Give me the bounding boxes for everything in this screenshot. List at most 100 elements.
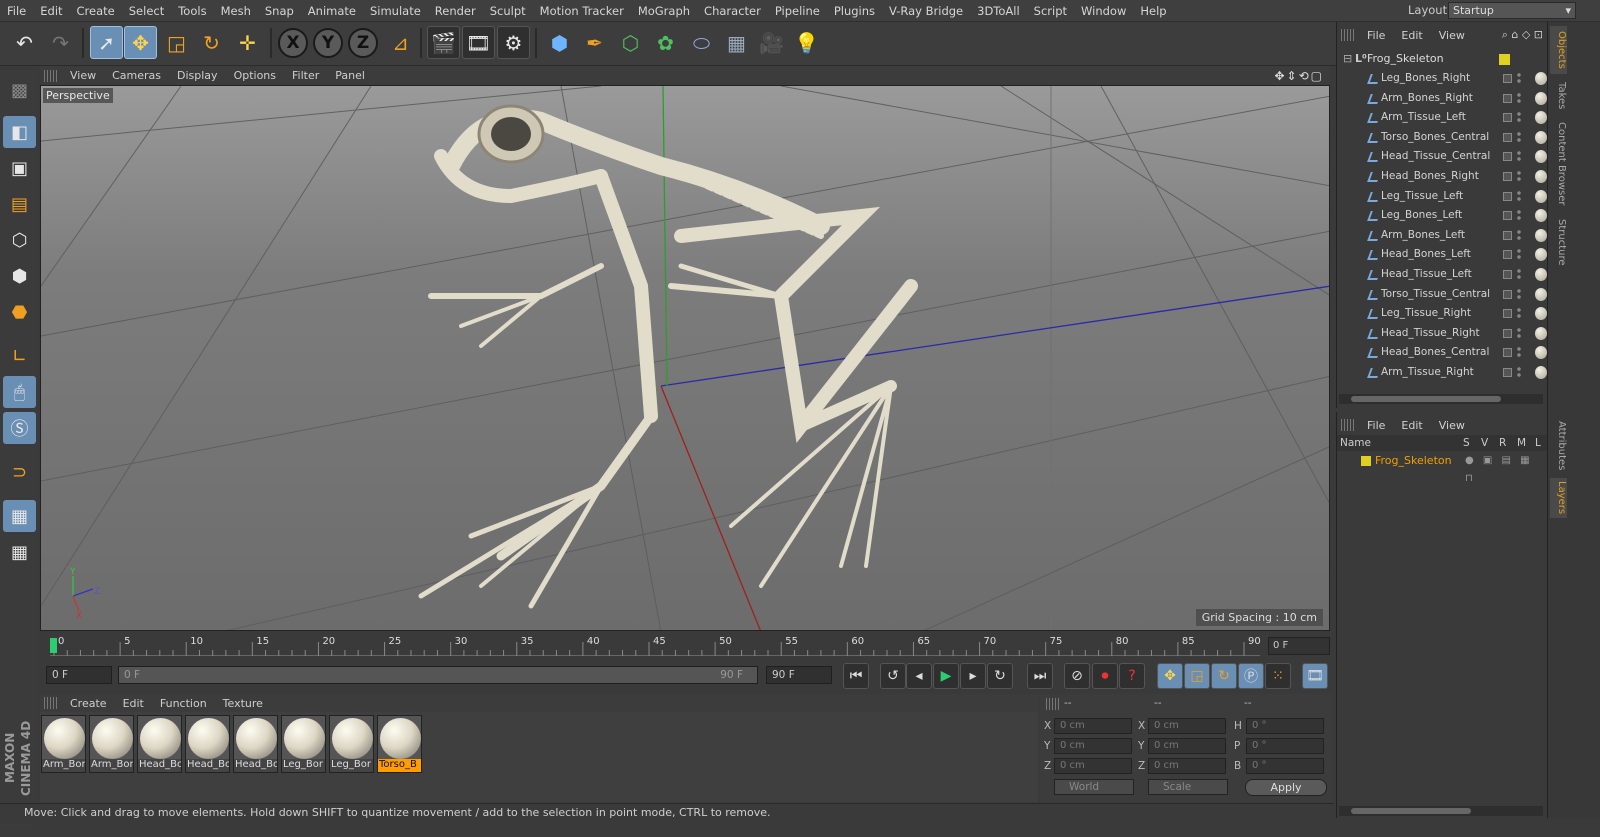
render-view-icon[interactable]: 🎬 bbox=[427, 26, 460, 59]
material-swatch[interactable]: Head_Bo bbox=[233, 715, 278, 773]
material-menu-function[interactable]: Function bbox=[152, 697, 215, 710]
material-tag-icon[interactable] bbox=[1535, 268, 1547, 281]
play-icon[interactable]: ▶ bbox=[933, 663, 959, 689]
layer-color-swatch[interactable] bbox=[1361, 456, 1371, 466]
next-key-icon[interactable]: ↻ bbox=[987, 663, 1013, 689]
object-item[interactable]: Leg_Tissue_Left bbox=[1341, 187, 1547, 206]
render-picture-viewer-icon[interactable]: 🎞 bbox=[462, 26, 495, 59]
subdivision-surface-icon[interactable]: ⬡ bbox=[614, 26, 647, 59]
render-settings-icon[interactable]: ⚙ bbox=[497, 26, 530, 59]
rotation-b-field[interactable]: 0 ° bbox=[1246, 758, 1324, 774]
viewport-nav-icons[interactable]: ✥⇕⟲▢ bbox=[1274, 69, 1324, 83]
viewport-3d[interactable]: Y Z X Perspective Grid Spacing : 10 cm bbox=[40, 85, 1330, 631]
menu-motion-tracker[interactable]: Motion Tracker bbox=[533, 4, 631, 18]
material-swatch[interactable]: Arm_Bor bbox=[89, 715, 134, 773]
lock-workplane-icon[interactable]: ▦ bbox=[3, 500, 36, 532]
deformer-icon[interactable]: ⬭ bbox=[685, 26, 718, 59]
object-item[interactable]: Head_Bones_Left bbox=[1341, 245, 1547, 264]
pen-spline-icon[interactable]: ✒ bbox=[578, 26, 611, 59]
scrollbar-thumb[interactable] bbox=[1351, 396, 1501, 402]
menu-sculpt[interactable]: Sculpt bbox=[483, 4, 533, 18]
material-tag-icon[interactable] bbox=[1535, 170, 1547, 183]
polygon-tag-icon[interactable] bbox=[1503, 211, 1512, 221]
cube-primitive-icon[interactable]: ⬢ bbox=[543, 26, 576, 59]
size-x-field[interactable]: 0 cm bbox=[1148, 718, 1226, 734]
apply-button[interactable]: Apply bbox=[1245, 779, 1327, 796]
material-tag-icon[interactable] bbox=[1535, 346, 1547, 360]
object-item[interactable]: Head_Tissue_Right bbox=[1341, 324, 1547, 343]
object-root[interactable]: ⊟ L⁰ Frog_Skeleton bbox=[1341, 50, 1547, 68]
camera-icon[interactable]: 🎥 bbox=[755, 26, 788, 59]
visibility-dots-icon[interactable] bbox=[1517, 307, 1521, 320]
visibility-dots-icon[interactable] bbox=[1517, 111, 1521, 124]
polygon-tag-icon[interactable] bbox=[1503, 309, 1512, 319]
menu-character[interactable]: Character bbox=[697, 4, 768, 18]
layer-flag-icons[interactable]: ● ▣ ▤ ▦ ⊓ bbox=[1465, 452, 1547, 488]
viewport-menu-panel[interactable]: Panel bbox=[327, 69, 373, 82]
size-mode-select[interactable]: Scale bbox=[1148, 779, 1228, 795]
polygon-tag-icon[interactable] bbox=[1503, 250, 1512, 260]
menu-create[interactable]: Create bbox=[70, 4, 122, 18]
menu-v-ray-bridge[interactable]: V-Ray Bridge bbox=[882, 4, 970, 18]
z-axis-lock-icon[interactable]: Z bbox=[348, 28, 378, 58]
viewport-menu-cameras[interactable]: Cameras bbox=[104, 69, 169, 82]
move-tool-icon[interactable]: ✥ bbox=[124, 26, 157, 59]
menu-render[interactable]: Render bbox=[428, 4, 483, 18]
snap-icon[interactable]: Ⓢ bbox=[3, 412, 36, 444]
timeline-ruler[interactable]: 0 5 10 15 20 25 30 35 40 45 50 55 60 65 70 75 80 85 90 0 F bbox=[40, 632, 1330, 660]
x-axis-lock-icon[interactable]: X bbox=[278, 28, 308, 58]
menu-edit[interactable]: Edit bbox=[33, 4, 69, 18]
tab-objects[interactable]: Objects bbox=[1550, 26, 1567, 74]
menu-mesh[interactable]: Mesh bbox=[214, 4, 258, 18]
tweak-mode-icon[interactable]: 🖱 bbox=[3, 376, 36, 408]
rotation-h-field[interactable]: 0 ° bbox=[1246, 718, 1324, 734]
visibility-dots-icon[interactable] bbox=[1517, 287, 1521, 300]
material-swatch[interactable]: Head_Bo bbox=[137, 715, 182, 773]
material-tag-icon[interactable] bbox=[1535, 366, 1547, 379]
object-item[interactable]: Arm_Bones_Left bbox=[1341, 226, 1547, 245]
material-tag-icon[interactable] bbox=[1535, 150, 1547, 164]
polygon-tag-icon[interactable] bbox=[1503, 132, 1512, 142]
polygons-mode-icon[interactable]: ⬣ bbox=[3, 296, 36, 328]
collapse-icon[interactable]: ⊟ bbox=[1343, 50, 1352, 68]
material-swatch[interactable]: Head_Bo bbox=[185, 715, 230, 773]
object-scrollbar[interactable] bbox=[1339, 394, 1543, 404]
layers-menu-view[interactable]: View bbox=[1431, 419, 1473, 432]
workplane-icon[interactable]: ▤ bbox=[3, 188, 36, 220]
polygon-tag-icon[interactable] bbox=[1503, 328, 1512, 338]
material-swatch[interactable]: Leg_Bor bbox=[281, 715, 326, 773]
cloner-icon[interactable]: ✿ bbox=[649, 26, 682, 59]
menu-pipeline[interactable]: Pipeline bbox=[768, 4, 827, 18]
previous-frame-icon[interactable]: ◂ bbox=[906, 663, 932, 689]
menu-tools[interactable]: Tools bbox=[171, 4, 213, 18]
position-z-field[interactable]: 0 cm bbox=[1054, 758, 1132, 774]
menu-script[interactable]: Script bbox=[1027, 4, 1074, 18]
scrollbar-thumb[interactable] bbox=[1351, 808, 1471, 814]
menu-window[interactable]: Window bbox=[1074, 4, 1133, 18]
y-axis-lock-icon[interactable]: Y bbox=[313, 28, 343, 58]
object-item[interactable]: Head_Tissue_Left bbox=[1341, 265, 1547, 284]
axis-mode-icon[interactable]: ∟ bbox=[3, 340, 36, 372]
polygon-tag-icon[interactable] bbox=[1503, 93, 1512, 103]
visibility-dots-icon[interactable] bbox=[1517, 130, 1521, 143]
material-tag-icon[interactable] bbox=[1535, 111, 1547, 125]
menu-help[interactable]: Help bbox=[1133, 4, 1173, 18]
live-selection-icon[interactable]: ➚ bbox=[90, 26, 123, 59]
material-swatch-selected[interactable]: Torso_B bbox=[377, 715, 422, 773]
menu-select[interactable]: Select bbox=[122, 4, 171, 18]
timeline-window-icon[interactable]: 🎞 bbox=[1302, 663, 1328, 689]
tab-attributes[interactable]: Attributes bbox=[1550, 418, 1567, 474]
key-parameter-icon[interactable]: Ⓟ bbox=[1238, 663, 1264, 689]
material-tag-icon[interactable] bbox=[1535, 209, 1547, 223]
rotation-p-field[interactable]: 0 ° bbox=[1246, 738, 1324, 754]
material-tag-icon[interactable] bbox=[1535, 130, 1547, 144]
menu-mograph[interactable]: MoGraph bbox=[631, 4, 697, 18]
material-tag-icon[interactable] bbox=[1535, 326, 1547, 340]
magnet-icon[interactable]: ⊃ bbox=[3, 456, 36, 488]
viewport-menu-options[interactable]: Options bbox=[226, 69, 284, 82]
position-x-field[interactable]: 0 cm bbox=[1054, 718, 1132, 734]
polygon-tag-icon[interactable] bbox=[1503, 289, 1512, 299]
objects-menu-file[interactable]: File bbox=[1359, 29, 1393, 42]
recent-tool-icon[interactable]: ✛ bbox=[231, 26, 264, 59]
viewport-menu-display[interactable]: Display bbox=[169, 69, 226, 82]
